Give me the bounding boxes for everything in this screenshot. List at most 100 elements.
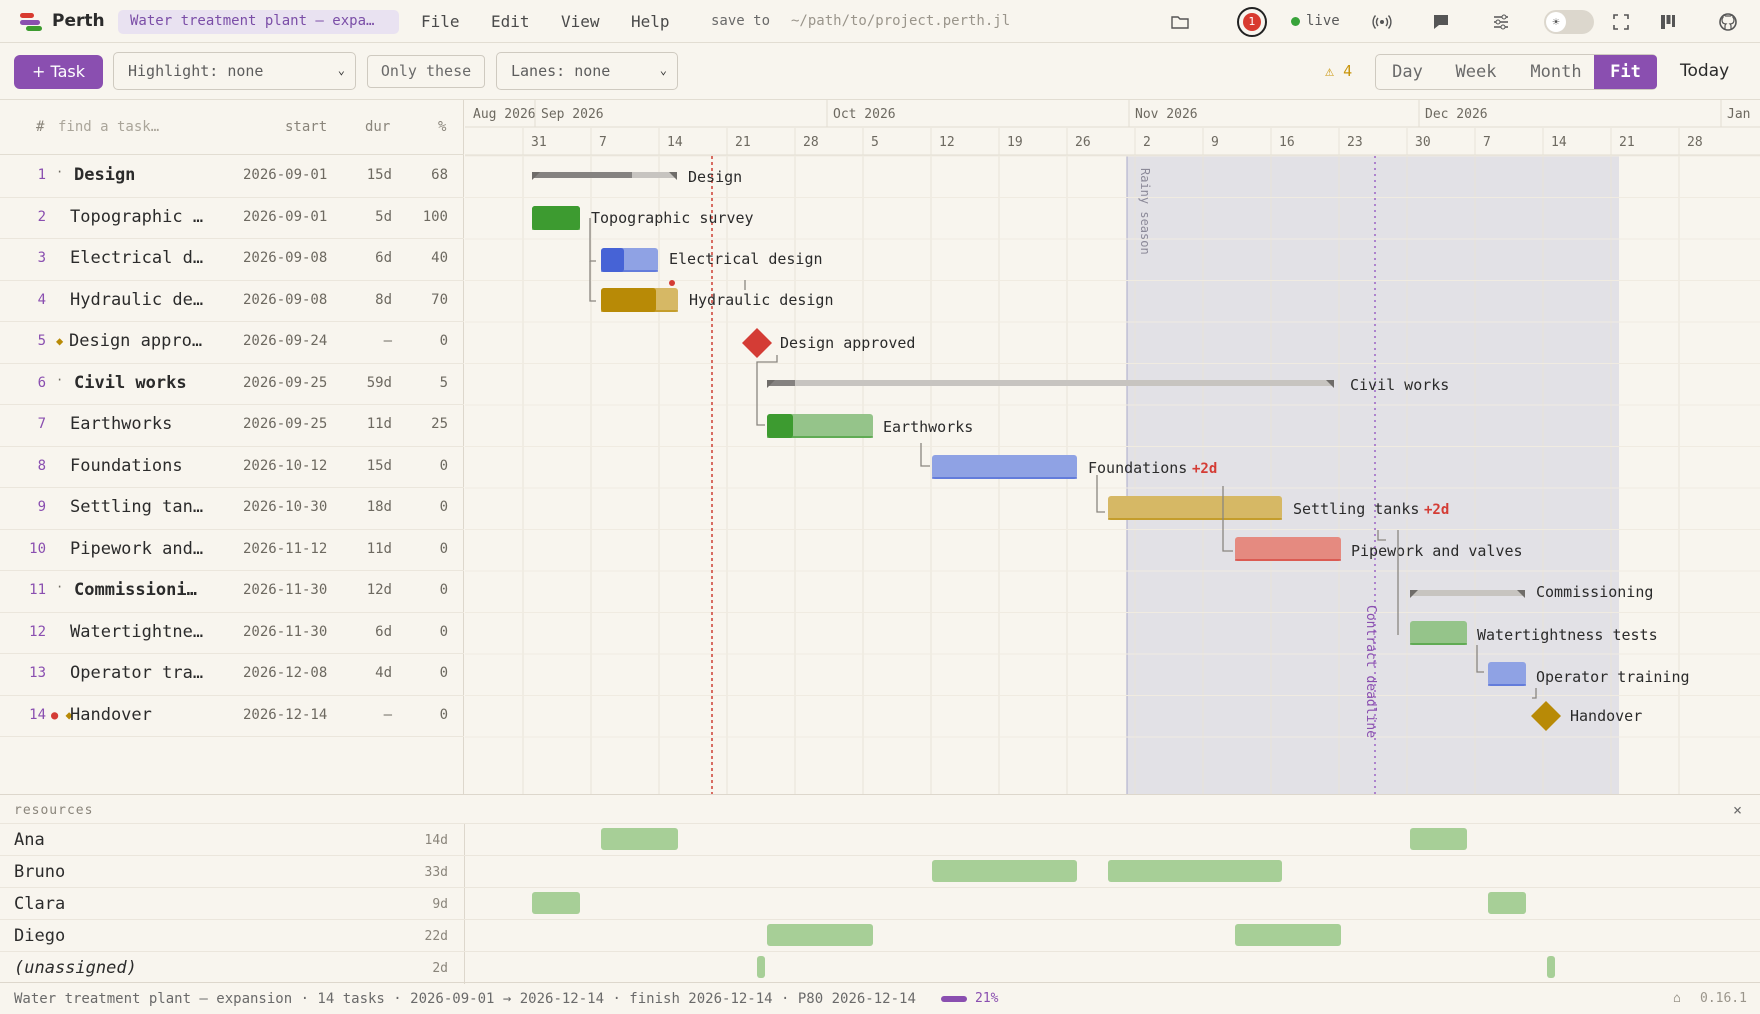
task-duration[interactable]: 11d [350, 541, 392, 557]
view-week[interactable]: Week [1439, 55, 1513, 89]
task-percent[interactable]: 25 [405, 416, 448, 432]
task-start[interactable]: 2026-09-25 [243, 416, 327, 432]
task-duration[interactable]: 18d [350, 499, 392, 515]
task-duration[interactable]: 11d [350, 416, 392, 432]
table-row[interactable]: 12 Watertightne… 2026-11-30 6d 0 [0, 613, 464, 654]
task-duration[interactable]: 12d [350, 582, 392, 598]
save-path-field[interactable]: ~/path/to/project.perth.jl [791, 13, 1010, 29]
task-percent[interactable]: 40 [405, 250, 448, 266]
table-row[interactable]: 11 · Commissioni… 2026-11-30 12d 0 [0, 571, 464, 613]
task-percent[interactable]: 0 [405, 707, 448, 723]
comment-icon[interactable] [1431, 12, 1451, 32]
project-name-pill[interactable]: Water treatment plant — expa… [118, 10, 399, 34]
task-name[interactable]: Electrical d… [70, 248, 238, 268]
task-name[interactable]: Design appro… [69, 331, 237, 351]
task-start[interactable]: 2026-12-14 [243, 707, 327, 723]
task-percent[interactable]: 100 [405, 209, 448, 225]
task-search-input[interactable]: find a task… [58, 119, 159, 135]
task-percent[interactable]: 5 [405, 375, 448, 391]
task-duration[interactable]: — [350, 707, 392, 723]
table-row[interactable]: 3 Electrical d… 2026-09-08 6d 40 [0, 239, 464, 281]
task-percent[interactable]: 68 [405, 167, 448, 183]
only-these-button[interactable]: Only these [367, 55, 485, 88]
menu-view[interactable]: View [561, 12, 600, 31]
github-icon[interactable] [1718, 12, 1738, 32]
task-start[interactable]: 2026-10-12 [243, 458, 327, 474]
gantt-canvas[interactable]: Aug 2026 Sep 2026 Oct 2026 Nov 2026 Dec 2026… [465, 100, 1760, 794]
table-row[interactable]: 7 Earthworks 2026-09-25 11d 25 [0, 405, 464, 447]
task-name[interactable]: Settling tan… [70, 497, 238, 517]
view-month[interactable]: Month [1513, 55, 1599, 89]
table-row[interactable]: 1 · Design 2026-09-01 15d 68 [0, 156, 464, 198]
theme-toggle[interactable]: ☀ [1544, 10, 1594, 34]
folder-icon[interactable] [1170, 12, 1190, 32]
task-name[interactable]: Earthworks [70, 414, 238, 434]
menu-edit[interactable]: Edit [491, 12, 530, 31]
task-start[interactable]: 2026-09-08 [243, 250, 327, 266]
gantt-chart[interactable]: Aug 2026 Sep 2026 Oct 2026 Nov 2026 Dec 2026… [465, 100, 1760, 794]
view-fit[interactable]: Fit [1594, 55, 1657, 89]
resource-load-diego [1235, 924, 1341, 946]
task-name[interactable]: Handover [70, 705, 238, 725]
task-start[interactable]: 2026-11-30 [243, 582, 327, 598]
table-row[interactable]: 8 Foundations 2026-10-12 15d 0 [0, 447, 464, 488]
task-name[interactable]: Hydraulic de… [70, 290, 238, 310]
task-name[interactable]: Foundations [70, 456, 238, 476]
table-row[interactable]: 9 Settling tan… 2026-10-30 18d 0 [0, 488, 464, 530]
task-duration[interactable]: 5d [350, 209, 392, 225]
warnings-indicator[interactable]: ⚠ 4 [1325, 62, 1352, 80]
table-row[interactable]: 6 · Civil works 2026-09-25 59d 5 [0, 364, 464, 405]
task-start[interactable]: 2026-10-30 [243, 499, 327, 515]
menu-help[interactable]: Help [631, 12, 670, 31]
board-icon[interactable] [1658, 12, 1678, 32]
task-percent[interactable]: 0 [405, 333, 448, 349]
table-row[interactable]: 5 ◆ Design appro… 2026-09-24 — 0 [0, 322, 464, 364]
fullscreen-icon[interactable] [1611, 12, 1631, 32]
notification-badge[interactable]: 1 [1237, 7, 1267, 37]
sliders-icon[interactable] [1491, 12, 1511, 32]
broadcast-icon[interactable] [1372, 12, 1392, 32]
task-name[interactable]: Commissioni… [74, 580, 242, 600]
table-row[interactable]: 10 Pipework and… 2026-11-12 11d 0 [0, 530, 464, 571]
task-start[interactable]: 2026-09-25 [243, 375, 327, 391]
task-duration[interactable]: 8d [350, 292, 392, 308]
task-start[interactable]: 2026-09-01 [243, 209, 327, 225]
task-percent[interactable]: 0 [405, 499, 448, 515]
task-percent[interactable]: 0 [405, 458, 448, 474]
add-task-button[interactable]: + Task [14, 55, 103, 89]
task-name[interactable]: Design [74, 165, 242, 185]
task-name[interactable]: Watertightne… [70, 622, 238, 642]
menu-file[interactable]: File [421, 12, 460, 31]
task-start[interactable]: 2026-09-08 [243, 292, 327, 308]
task-start[interactable]: 2026-11-12 [243, 541, 327, 557]
task-name[interactable]: Civil works [74, 373, 242, 393]
task-name[interactable]: Operator tra… [70, 663, 238, 683]
task-duration[interactable]: 6d [350, 624, 392, 640]
task-name[interactable]: Topographic … [70, 207, 238, 227]
lanes-select[interactable]: Lanes: none ⌄ [496, 52, 678, 90]
task-name[interactable]: Pipework and… [70, 539, 238, 559]
task-percent[interactable]: 70 [405, 292, 448, 308]
task-start[interactable]: 2026-12-08 [243, 665, 327, 681]
task-duration[interactable]: 59d [350, 375, 392, 391]
task-start[interactable]: 2026-11-30 [243, 624, 327, 640]
task-duration[interactable]: 15d [350, 458, 392, 474]
task-percent[interactable]: 0 [405, 624, 448, 640]
task-start[interactable]: 2026-09-01 [243, 167, 327, 183]
close-resources-button[interactable]: × [1733, 801, 1742, 819]
table-row[interactable]: 2 Topographic … 2026-09-01 5d 100 [0, 198, 464, 239]
table-row[interactable]: 14 ● ◆ Handover 2026-12-14—0 [0, 696, 464, 737]
view-day[interactable]: Day [1376, 55, 1439, 89]
task-duration[interactable]: 4d [350, 665, 392, 681]
table-row[interactable]: 4 Hydraulic de… 2026-09-08 8d 70 [0, 281, 464, 322]
task-percent[interactable]: 0 [405, 541, 448, 557]
task-duration[interactable]: 15d [350, 167, 392, 183]
today-button[interactable]: Today [1680, 61, 1729, 81]
highlight-select[interactable]: Highlight: none ⌄ [113, 52, 356, 90]
task-percent[interactable]: 0 [405, 665, 448, 681]
task-percent[interactable]: 0 [405, 582, 448, 598]
task-duration[interactable]: 6d [350, 250, 392, 266]
table-row[interactable]: 13 Operator tra… 2026-12-08 4d 0 [0, 654, 464, 696]
task-start[interactable]: 2026-09-24 [243, 333, 327, 349]
task-duration[interactable]: — [350, 333, 392, 349]
